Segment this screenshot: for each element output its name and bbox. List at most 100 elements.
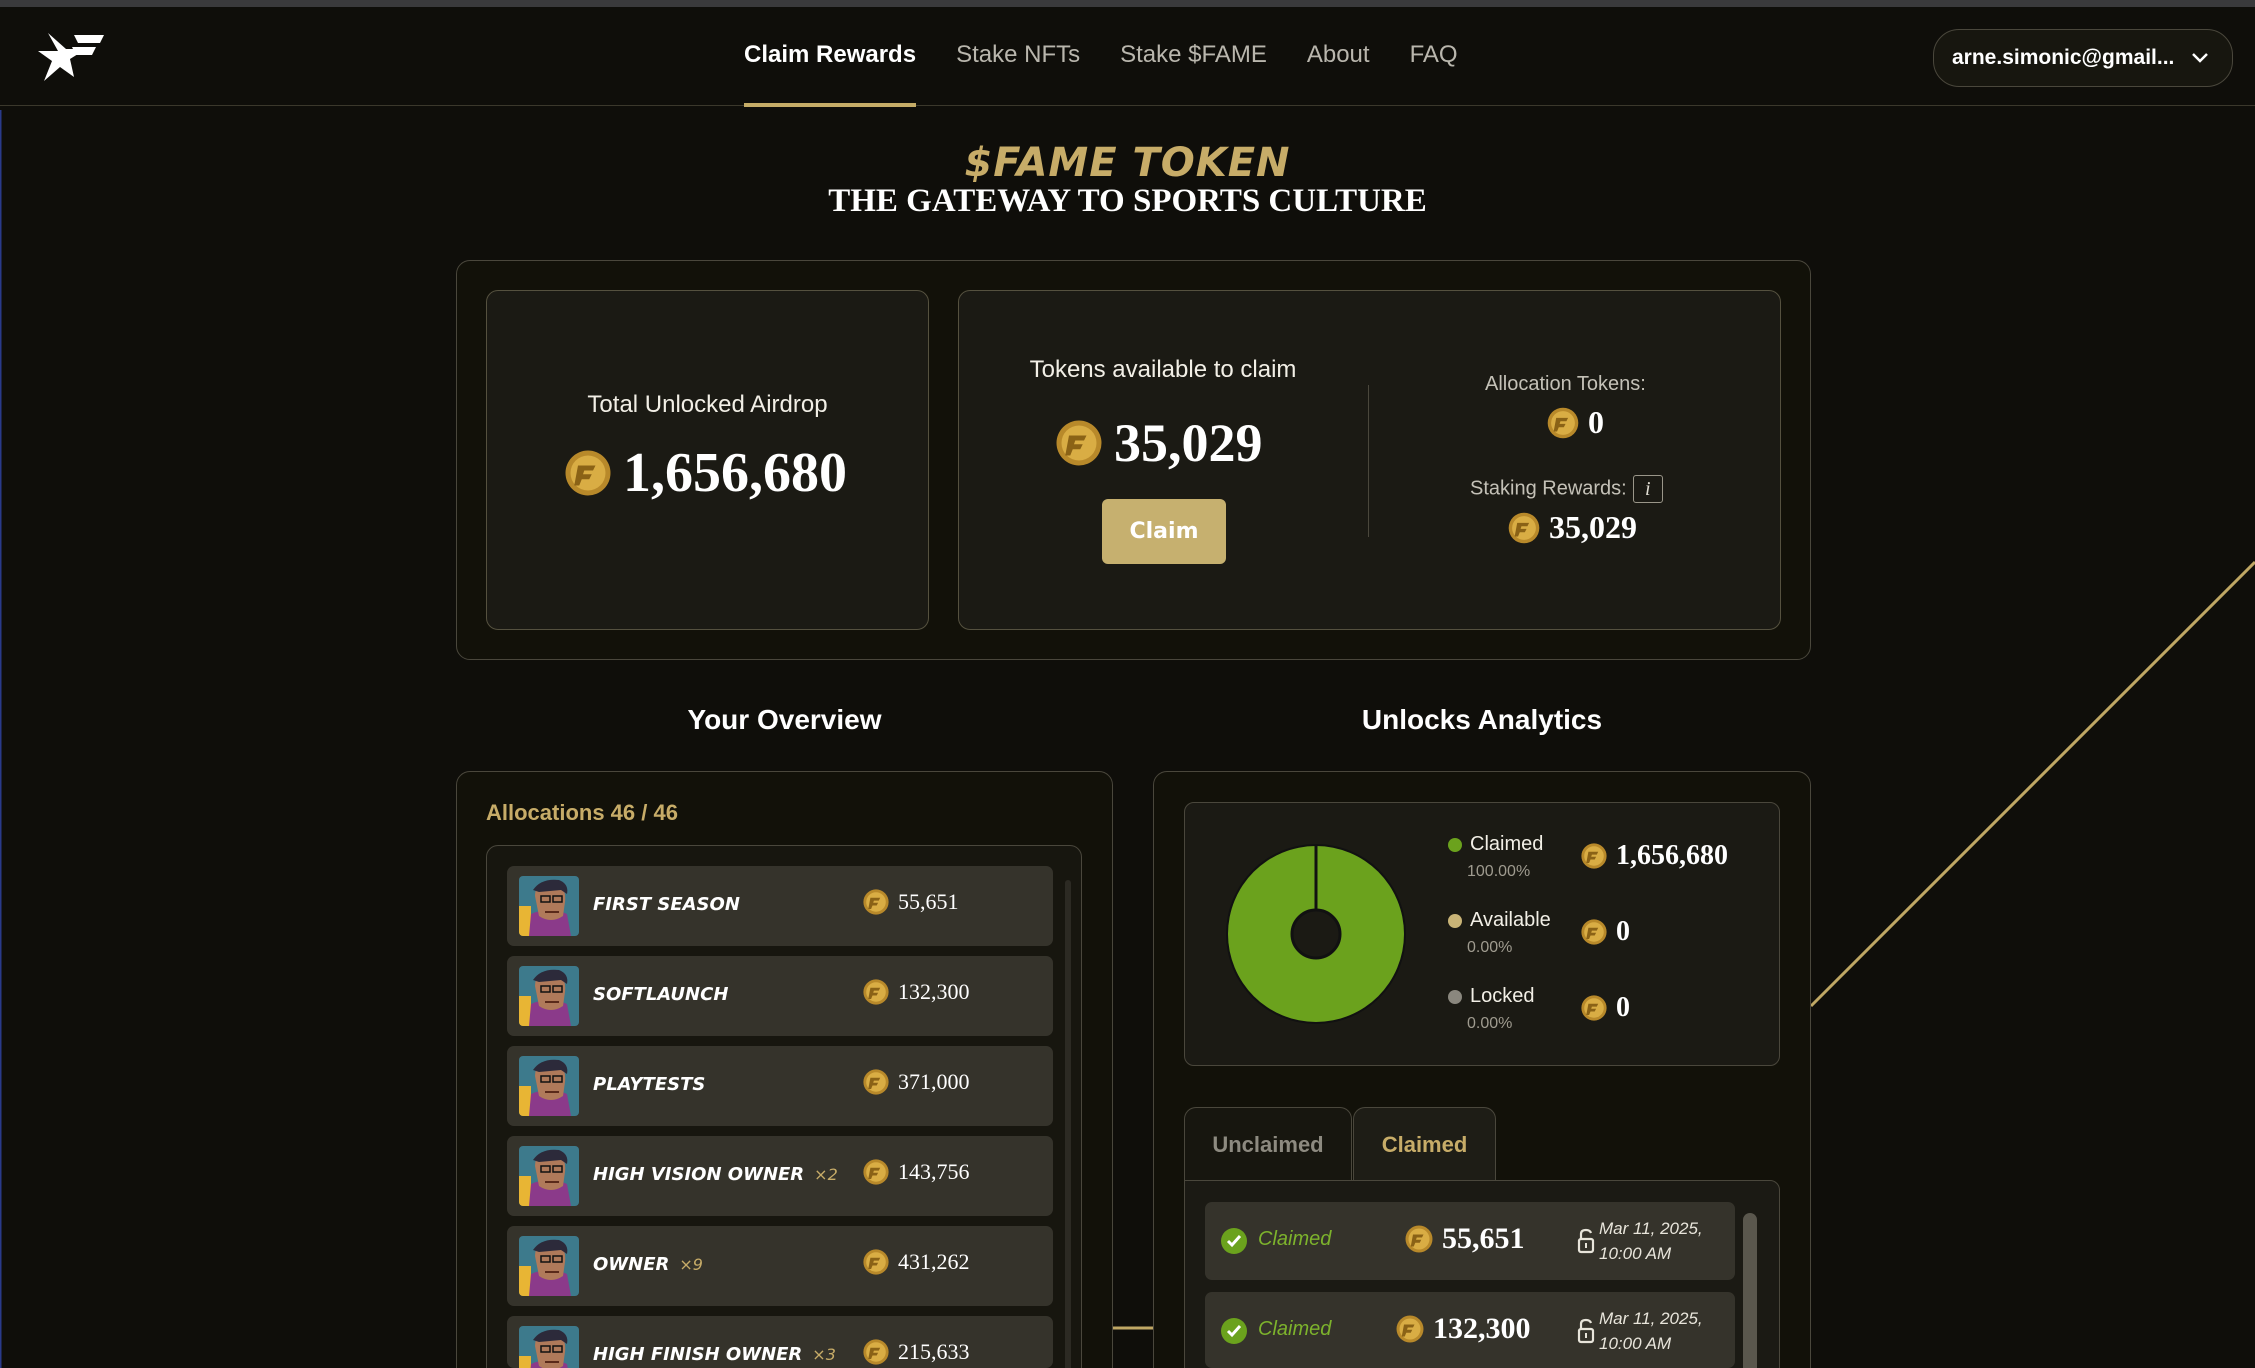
- allocation-tokens-value: 0: [1588, 404, 1604, 440]
- nav-about[interactable]: About: [1307, 7, 1370, 106]
- legend-dot: [1448, 990, 1462, 1004]
- total-unlocked-amount: 1,656,680: [563, 441, 847, 505]
- allocation-tokens-label: Allocation Tokens:: [1485, 373, 1646, 395]
- account-email: arne.simonic@gmail...: [1952, 46, 2175, 69]
- legend-percent: 0.00%: [1467, 1015, 1513, 1032]
- claim-button[interactable]: Claim: [1102, 499, 1226, 564]
- claim-date: Mar 11, 2025, 10:00 AM: [1599, 1306, 1729, 1356]
- tokens-available-value: 35,029: [1114, 413, 1263, 473]
- legend-percent: 100.00%: [1467, 863, 1531, 880]
- nav-stake-fame[interactable]: Stake $FAME: [1120, 7, 1267, 106]
- allocation-amount: 143,756: [862, 1158, 970, 1186]
- fame-coin-icon: [1396, 1315, 1424, 1343]
- allocation-name-text: HIGH FINISH OWNER: [593, 1344, 803, 1365]
- allocation-name-text: PLAYTESTS: [593, 1074, 706, 1095]
- allocation-tokens-amount: 0: [1546, 404, 1604, 441]
- nav-claim-rewards[interactable]: Claim Rewards: [744, 7, 917, 107]
- allocation-amount: 371,000: [862, 1068, 970, 1096]
- unlock-icon: [1577, 1228, 1595, 1254]
- allocation-row[interactable]: HIGH FINISH OWNER ×3 215,633: [507, 1316, 1053, 1368]
- allocation-value: 143,756: [898, 1159, 970, 1184]
- allocation-name-text: SOFTLAUNCH: [593, 984, 729, 1005]
- check-circle-icon: [1221, 1318, 1247, 1344]
- allocation-name-text: FIRST SEASON: [593, 894, 740, 915]
- allocation-name: HIGH VISION OWNER ×2: [593, 1164, 838, 1185]
- card-divider: [1368, 385, 1369, 537]
- fame-coin-icon: [1547, 407, 1579, 438]
- allocation-amount: 55,651: [862, 888, 959, 916]
- nav-faq[interactable]: FAQ: [1410, 7, 1458, 106]
- claim-status: Claimed: [1258, 1318, 1332, 1340]
- tokens-available-amount: 35,029: [1054, 412, 1263, 474]
- avatar: [519, 966, 579, 1026]
- allocation-amount: 132,300: [862, 978, 970, 1006]
- avatar: [519, 1056, 579, 1116]
- allocation-name-text: HIGH VISION OWNER: [593, 1164, 805, 1185]
- claims-scrollbar[interactable]: [1743, 1213, 1757, 1368]
- allocation-row[interactable]: PLAYTESTS 371,000: [507, 1046, 1053, 1126]
- claim-value: 132,300: [1433, 1312, 1531, 1345]
- fame-coin-icon: [863, 1249, 889, 1275]
- avatar: [519, 1146, 579, 1206]
- claim-status: Claimed: [1258, 1228, 1332, 1250]
- allocation-value: 132,300: [898, 979, 970, 1004]
- nav-stake-nfts[interactable]: Stake NFTs: [956, 7, 1080, 106]
- claim-value: 55,651: [1442, 1222, 1525, 1255]
- legend-amount: 1,656,680: [1580, 840, 1728, 872]
- legend-amount: 0: [1580, 916, 1630, 948]
- staking-rewards-label-row: Staking Rewards: i: [1470, 475, 1663, 503]
- staking-rewards-value: 35,029: [1549, 509, 1637, 545]
- allocation-row[interactable]: HIGH VISION OWNER ×2 143,756: [507, 1136, 1053, 1216]
- fame-coin-icon: [1581, 995, 1607, 1021]
- allocation-value: 55,651: [898, 889, 959, 914]
- avatar: [519, 876, 579, 936]
- fame-coin-icon: [863, 1159, 889, 1185]
- fame-coin-icon: [863, 1339, 889, 1365]
- fame-coin-icon: [1581, 843, 1607, 869]
- claim-date-line2: 10:00 AM: [1599, 1244, 1672, 1263]
- fame-coin-icon: [1581, 919, 1607, 945]
- allocation-row[interactable]: SOFTLAUNCH 132,300: [507, 956, 1053, 1036]
- legend-dot: [1448, 914, 1462, 928]
- allocation-amount: 431,262: [862, 1248, 970, 1276]
- info-icon[interactable]: i: [1632, 475, 1663, 503]
- allocation-row[interactable]: FIRST SEASON 55,651: [507, 866, 1053, 946]
- check-circle-icon: [1221, 1228, 1247, 1254]
- claim-row: Claimed 55,651 Mar 11, 2025, 10:00 AM: [1205, 1202, 1735, 1280]
- legend-name: Claimed: [1470, 833, 1544, 855]
- allocation-amount: 215,633: [862, 1338, 970, 1366]
- claim-row: Claimed 132,300 Mar 11, 2025, 10:00 AM: [1205, 1292, 1735, 1368]
- legend-percent: 0.00%: [1467, 939, 1513, 956]
- allocations-scrollbar[interactable]: [1065, 880, 1071, 1368]
- legend-amount: 0: [1580, 992, 1630, 1024]
- claim-amount: 132,300: [1395, 1312, 1531, 1346]
- claim-date-line1: Mar 11, 2025,: [1599, 1219, 1703, 1238]
- allocation-row[interactable]: OWNER ×9 431,262: [507, 1226, 1053, 1306]
- account-menu-button[interactable]: arne.simonic@gmail...: [1933, 29, 2233, 87]
- fame-coin-icon: [565, 450, 611, 496]
- legend-name: Locked: [1470, 985, 1535, 1007]
- legend-value: 0: [1616, 916, 1630, 947]
- hero-title: $FAME TOKEN: [964, 140, 1291, 186]
- allocation-value: 371,000: [898, 1069, 970, 1094]
- fame-coin-icon: [863, 1069, 889, 1095]
- total-unlocked-card: Total Unlocked Airdrop 1,656,680: [486, 290, 929, 630]
- tab-claimed[interactable]: Claimed: [1353, 1107, 1496, 1181]
- allocation-name: FIRST SEASON: [593, 894, 750, 915]
- fame-coin-icon: [1056, 420, 1102, 466]
- brand-logo[interactable]: [34, 29, 106, 85]
- allocations-count: Allocations 46 / 46: [486, 800, 678, 825]
- fame-coin-icon: [1508, 512, 1540, 543]
- claim-date: Mar 11, 2025, 10:00 AM: [1599, 1216, 1729, 1266]
- claim-amount: 55,651: [1404, 1222, 1525, 1256]
- legend-dot: [1448, 838, 1462, 852]
- tab-unclaimed[interactable]: Unclaimed: [1184, 1107, 1352, 1181]
- allocation-value: 431,262: [898, 1249, 970, 1274]
- legend-value: 0: [1616, 992, 1630, 1023]
- overview-title: Your Overview: [687, 704, 882, 735]
- legend-name: Available: [1470, 909, 1551, 931]
- unlock-icon: [1577, 1318, 1595, 1344]
- total-unlocked-label: Total Unlocked Airdrop: [587, 391, 828, 418]
- allocation-name: SOFTLAUNCH: [593, 984, 738, 1005]
- allocation-multiplier: ×9: [679, 1255, 703, 1274]
